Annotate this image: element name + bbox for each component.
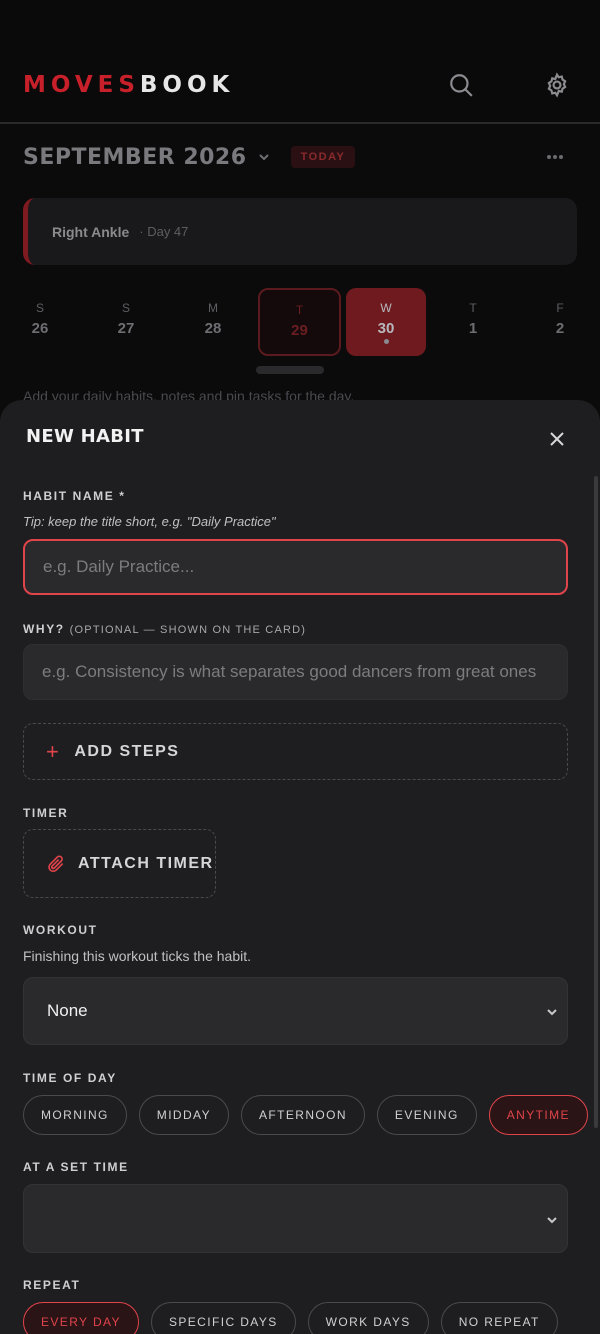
gear-icon[interactable] — [540, 68, 574, 102]
time-of-day-chips: MORNING MIDDAY AFTERNOON EVENING ANYTIME — [23, 1095, 588, 1135]
more-options-icon[interactable] — [547, 146, 571, 166]
app-logo: MOVESBOOK — [23, 72, 234, 98]
attach-timer-label: ATTACH TIMER — [78, 854, 214, 872]
day-letter: M — [208, 301, 218, 315]
chip-no-repeat[interactable]: NO REPEAT — [440, 1302, 558, 1334]
day-cell[interactable]: S 26 — [0, 288, 80, 356]
new-habit-sheet: NEW HABIT HABIT NAME * Tip: keep the tit… — [0, 400, 600, 1334]
today-button[interactable]: TODAY — [290, 146, 356, 168]
chip-every-day[interactable]: EVERY DAY — [23, 1302, 139, 1334]
chip-afternoon[interactable]: AFTERNOON — [240, 1095, 365, 1135]
set-time-select[interactable] — [23, 1184, 568, 1253]
repeat-label: REPEAT — [23, 1278, 81, 1292]
day-cell[interactable]: F 2 — [520, 288, 600, 356]
habit-name-input[interactable] — [23, 539, 568, 595]
attach-timer-button[interactable]: ATTACH TIMER — [23, 829, 216, 898]
workout-select[interactable]: None — [23, 977, 568, 1045]
day-cell-selected[interactable]: W 30 — [346, 288, 426, 356]
why-optional-note: (OPTIONAL — SHOWN ON THE CARD) — [69, 624, 307, 636]
logo-text-moves: MOVES — [23, 72, 140, 98]
sheet-title: NEW HABIT — [26, 426, 144, 447]
injury-name: Right Ankle — [52, 223, 130, 240]
chip-evening[interactable]: EVENING — [376, 1095, 477, 1135]
workout-subtitle: Finishing this workout ticks the habit. — [23, 948, 251, 964]
event-dot — [384, 339, 389, 344]
injury-card[interactable]: Right Ankle · Day 47 — [23, 198, 577, 265]
logo-text-book: BOOK — [139, 72, 235, 98]
app-header: MOVESBOOK — [0, 0, 600, 124]
paperclip-icon — [48, 854, 64, 872]
day-letter: T — [295, 303, 304, 317]
why-input[interactable] — [23, 644, 568, 700]
day-cell[interactable]: S 27 — [86, 288, 166, 356]
chevron-down-icon[interactable] — [257, 150, 271, 164]
day-number: 30 — [377, 320, 395, 337]
day-number: 27 — [117, 320, 135, 337]
day-letter: W — [380, 301, 392, 315]
habit-name-label: HABIT NAME * — [23, 489, 126, 503]
week-strip: S 26 S 27 M 28 T 29 W 30 T 1 F 2 — [0, 288, 600, 360]
day-cell-today[interactable]: T 29 — [258, 288, 341, 356]
day-number: 28 — [204, 320, 222, 337]
chip-specific-days[interactable]: SPECIFIC DAYS — [150, 1302, 296, 1334]
close-icon[interactable] — [545, 427, 569, 451]
day-letter: S — [121, 301, 130, 315]
repeat-chips: EVERY DAY SPECIFIC DAYS WORK DAYS NO REP… — [23, 1302, 558, 1334]
plus-icon: + — [46, 738, 61, 764]
day-number: 2 — [555, 320, 565, 337]
search-icon[interactable] — [444, 68, 478, 102]
week-drag-handle[interactable] — [256, 366, 324, 374]
habit-name-tip: Tip: keep the title short, e.g. "Daily P… — [23, 514, 276, 529]
day-cell[interactable]: T 1 — [433, 288, 513, 356]
chevron-down-icon — [545, 1212, 559, 1226]
add-steps-label: ADD STEPS — [74, 742, 180, 760]
chip-midday[interactable]: MIDDAY — [138, 1095, 229, 1135]
chip-work-days[interactable]: WORK DAYS — [307, 1302, 429, 1334]
day-number: 1 — [468, 320, 478, 337]
chip-morning[interactable]: MORNING — [23, 1095, 127, 1135]
day-cell[interactable]: M 28 — [173, 288, 253, 356]
day-number: 26 — [31, 320, 49, 337]
month-row: SEPTEMBER 2026 TODAY — [23, 140, 577, 174]
day-letter: F — [556, 301, 564, 315]
time-of-day-label: TIME OF DAY — [23, 1071, 117, 1085]
sheet-scrollbar[interactable] — [594, 476, 598, 1128]
workout-selected-value: None — [47, 1001, 88, 1020]
day-number: 29 — [291, 322, 308, 339]
day-letter: T — [469, 301, 477, 315]
chip-anytime[interactable]: ANYTIME — [488, 1095, 588, 1135]
set-time-label: AT A SET TIME — [23, 1160, 129, 1174]
month-title[interactable]: SEPTEMBER 2026 — [23, 145, 247, 170]
timer-label: TIMER — [23, 806, 69, 820]
day-letter: S — [35, 301, 44, 315]
injury-day-count: · Day 47 — [139, 224, 189, 239]
chevron-down-icon — [545, 1004, 559, 1018]
why-label-text: WHY? — [23, 622, 65, 636]
why-label: WHY? (OPTIONAL — SHOWN ON THE CARD) — [23, 622, 306, 636]
add-steps-button[interactable]: + ADD STEPS — [23, 723, 568, 780]
workout-label: WORKOUT — [23, 923, 98, 937]
